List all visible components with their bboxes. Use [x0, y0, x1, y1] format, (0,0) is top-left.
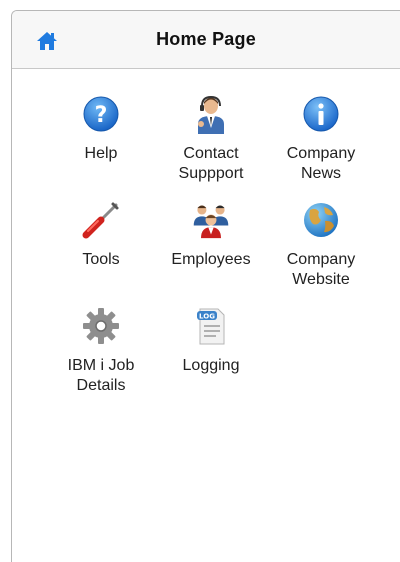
log-document-icon: LOG [191, 306, 231, 346]
tile-tools[interactable]: Tools [46, 200, 156, 306]
header-bar: Home Page [12, 11, 400, 69]
svg-text:?: ? [95, 103, 108, 128]
tile-company-website[interactable]: Company Website [266, 200, 376, 306]
tile-employees[interactable]: Employees [156, 200, 266, 306]
tile-contact-support[interactable]: Contact Suppport [156, 94, 266, 200]
help-icon: ? [81, 94, 121, 134]
tile-label: Contact Suppport [178, 145, 244, 182]
tile-help[interactable]: ? Help [46, 94, 156, 200]
gear-icon [81, 306, 121, 346]
tools-icon [81, 200, 121, 240]
tile-ibm-i-job-details[interactable]: IBM i Job Details [46, 306, 156, 412]
info-icon [301, 94, 341, 134]
tile-label: Company Website [286, 251, 356, 288]
app-grid: ? Help Contact Suppport Company News Too… [46, 94, 386, 412]
employees-icon [191, 200, 231, 240]
tile-label: Help [84, 145, 118, 162]
tile-company-news[interactable]: Company News [266, 94, 376, 200]
support-agent-icon [191, 94, 231, 134]
tile-label: Company News [286, 145, 356, 182]
app-frame: Home Page ? Help Contact Suppport Compan… [11, 10, 400, 562]
svg-text:LOG: LOG [199, 313, 215, 321]
globe-icon [301, 200, 341, 240]
tile-logging[interactable]: LOG Logging [156, 306, 266, 412]
tile-label: Logging [182, 357, 240, 374]
page-title: Home Page [156, 29, 256, 49]
tile-label: Tools [82, 251, 120, 268]
tile-label: IBM i Job Details [67, 357, 135, 394]
tile-label: Employees [171, 251, 251, 268]
